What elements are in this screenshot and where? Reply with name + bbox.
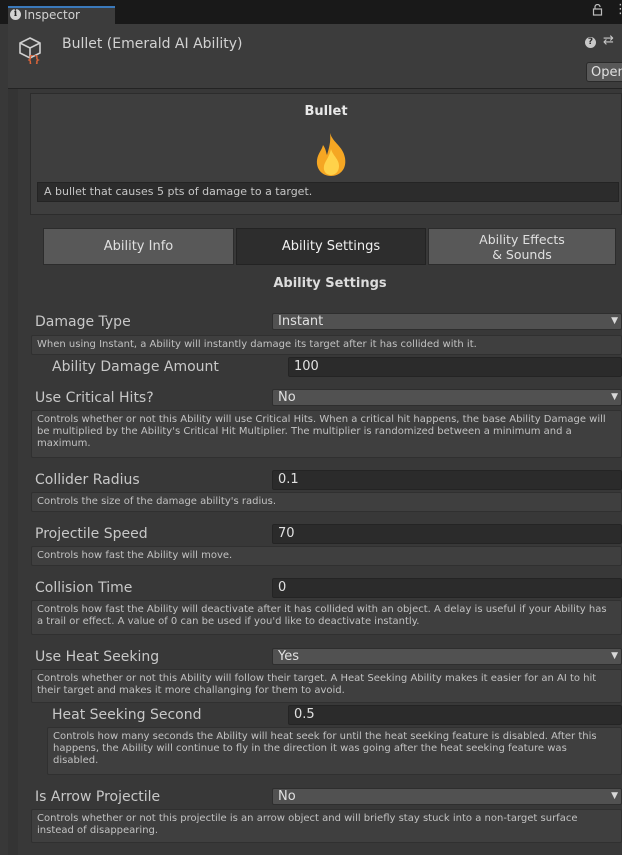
ability-header-box: Bullet A bullet that causes 5 pts of dam… bbox=[30, 93, 622, 215]
flame-icon bbox=[310, 131, 354, 177]
ability-description-field[interactable]: A bullet that causes 5 pts of damage to … bbox=[37, 182, 619, 202]
damage-type-dropdown[interactable]: Instant ▼ bbox=[272, 313, 622, 330]
scriptable-object-icon: {} bbox=[18, 36, 44, 66]
caret-down-icon: ▼ bbox=[611, 392, 618, 402]
heat-seeking-help: Controls whether or not this Ability wil… bbox=[31, 669, 622, 703]
tab-ability-info[interactable]: Ability Info bbox=[43, 228, 234, 265]
collision-time-field[interactable]: 0 bbox=[272, 578, 622, 598]
help-icon[interactable]: ? bbox=[585, 37, 596, 48]
ability-name: Bullet bbox=[304, 104, 348, 119]
arrow-projectile-help: Controls whether or not this projectile … bbox=[31, 809, 622, 843]
inspector-header: {} Bullet (Emerald AI Ability) ? ⇄ Open bbox=[8, 24, 622, 89]
heat-seeking-second-field[interactable]: 0.5 bbox=[288, 705, 622, 725]
collider-radius-label: Collider Radius bbox=[35, 472, 140, 488]
damage-amount-field[interactable]: 100 bbox=[288, 357, 622, 377]
projectile-speed-field[interactable]: 70 bbox=[272, 524, 622, 544]
svg-text:{}: {} bbox=[27, 53, 40, 64]
collision-time-label: Collision Time bbox=[35, 580, 133, 596]
inspector-tab-label: Inspector bbox=[24, 8, 80, 22]
heat-seeking-dropdown[interactable]: Yes ▼ bbox=[272, 648, 622, 665]
tab-ability-effects-sounds[interactable]: Ability Effects & Sounds bbox=[428, 228, 616, 265]
inspector-tab[interactable]: i Inspector bbox=[8, 6, 115, 24]
arrow-projectile-label: Is Arrow Projectile bbox=[35, 789, 161, 805]
asset-title: Bullet (Emerald AI Ability) bbox=[62, 36, 243, 52]
arrow-projectile-value: No bbox=[278, 789, 296, 804]
critical-hits-dropdown[interactable]: No ▼ bbox=[272, 389, 622, 406]
damage-type-label: Damage Type bbox=[35, 314, 131, 330]
caret-down-icon: ▼ bbox=[611, 316, 618, 326]
heat-seeking-label: Use Heat Seeking bbox=[35, 649, 160, 665]
critical-hits-value: No bbox=[278, 390, 296, 405]
projectile-speed-label: Projectile Speed bbox=[35, 526, 148, 542]
heat-seeking-second-label: Heat Seeking Second bbox=[52, 707, 202, 723]
caret-down-icon: ▼ bbox=[611, 651, 618, 661]
info-icon: i bbox=[10, 9, 21, 20]
arrow-projectile-dropdown[interactable]: No ▼ bbox=[272, 788, 622, 805]
lock-icon[interactable] bbox=[592, 3, 603, 20]
presets-icon[interactable]: ⇄ bbox=[603, 33, 614, 48]
damage-type-value: Instant bbox=[278, 314, 324, 329]
inspector-tab-strip: i Inspector ⋮ bbox=[0, 0, 622, 24]
collider-radius-help: Controls the size of the damage ability'… bbox=[31, 492, 622, 512]
left-gutter bbox=[8, 89, 18, 855]
critical-hits-label: Use Critical Hits? bbox=[35, 390, 154, 406]
collider-radius-field[interactable]: 0.1 bbox=[272, 470, 622, 490]
heat-seeking-value: Yes bbox=[278, 649, 299, 664]
damage-type-help: When using Instant, a Ability will insta… bbox=[31, 335, 622, 355]
caret-down-icon: ▼ bbox=[611, 791, 618, 801]
tab-ability-settings[interactable]: Ability Settings bbox=[236, 228, 426, 265]
projectile-speed-help: Controls how fast the Ability will move. bbox=[31, 546, 622, 566]
section-heading: Ability Settings bbox=[273, 276, 387, 291]
kebab-menu-icon[interactable]: ⋮ bbox=[614, 2, 622, 17]
critical-hits-help: Controls whether or not this Ability wil… bbox=[31, 410, 622, 458]
open-button[interactable]: Open bbox=[586, 62, 622, 82]
damage-amount-label: Ability Damage Amount bbox=[52, 359, 219, 375]
collision-time-help: Controls how fast the Ability will deact… bbox=[31, 600, 622, 635]
heat-seeking-second-help: Controls how many seconds the Ability wi… bbox=[47, 727, 622, 775]
